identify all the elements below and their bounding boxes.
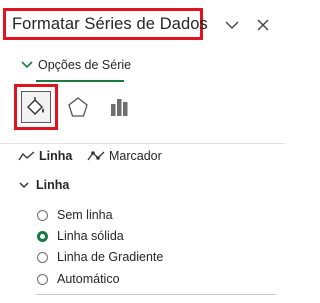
tab-line[interactable]: Linha <box>18 147 72 165</box>
series-options-tool-button[interactable] <box>106 94 132 120</box>
series-options-bars-icon <box>111 99 128 116</box>
radio-gradient-line[interactable]: Linha de Gradiente <box>37 248 163 266</box>
selected-tool-highlight <box>14 84 58 130</box>
radio-label: Linha sólida <box>57 229 124 243</box>
collapse-panel-button[interactable] <box>221 14 243 36</box>
close-icon <box>257 19 269 31</box>
marker-icon <box>87 151 105 161</box>
radio-label: Linha de Gradiente <box>57 250 164 264</box>
radio-button[interactable] <box>37 209 48 221</box>
line-icon <box>18 151 35 161</box>
fill-line-icon <box>27 97 44 115</box>
line-section-header[interactable]: Linha <box>18 176 69 194</box>
radio-no-line[interactable]: Sem linha <box>37 206 113 224</box>
radio-label: Sem linha <box>57 208 113 222</box>
panel-title: Formatar Séries de Dados <box>12 14 208 33</box>
radio-button[interactable] <box>37 273 48 285</box>
chevron-down-icon <box>19 182 29 189</box>
effects-tool-button[interactable] <box>65 94 91 120</box>
series-options-label: Opções de Série <box>38 58 132 72</box>
fill-line-tool-button[interactable] <box>21 91 51 123</box>
radio-automatic[interactable]: Automático <box>37 270 120 288</box>
tab-marker-label: Marcador <box>109 149 162 163</box>
tab-marker[interactable]: Marcador <box>87 147 162 165</box>
divider <box>36 294 276 295</box>
tab-line-label: Linha <box>39 149 73 163</box>
effects-pentagon-icon <box>68 97 88 117</box>
series-options-underline <box>36 80 124 82</box>
series-options-dropdown[interactable]: Opções de Série <box>20 54 131 76</box>
line-section-label: Linha <box>36 178 70 192</box>
chevron-down-icon <box>225 21 239 29</box>
divider <box>0 143 285 144</box>
radio-button-checked[interactable] <box>37 230 48 242</box>
panel-title-highlight: Formatar Séries de Dados <box>3 8 208 40</box>
radio-label: Automático <box>57 272 120 286</box>
radio-solid-line[interactable]: Linha sólida <box>37 227 124 245</box>
radio-button[interactable] <box>37 251 48 263</box>
close-panel-button[interactable] <box>252 14 274 36</box>
chevron-down-icon <box>21 61 33 69</box>
